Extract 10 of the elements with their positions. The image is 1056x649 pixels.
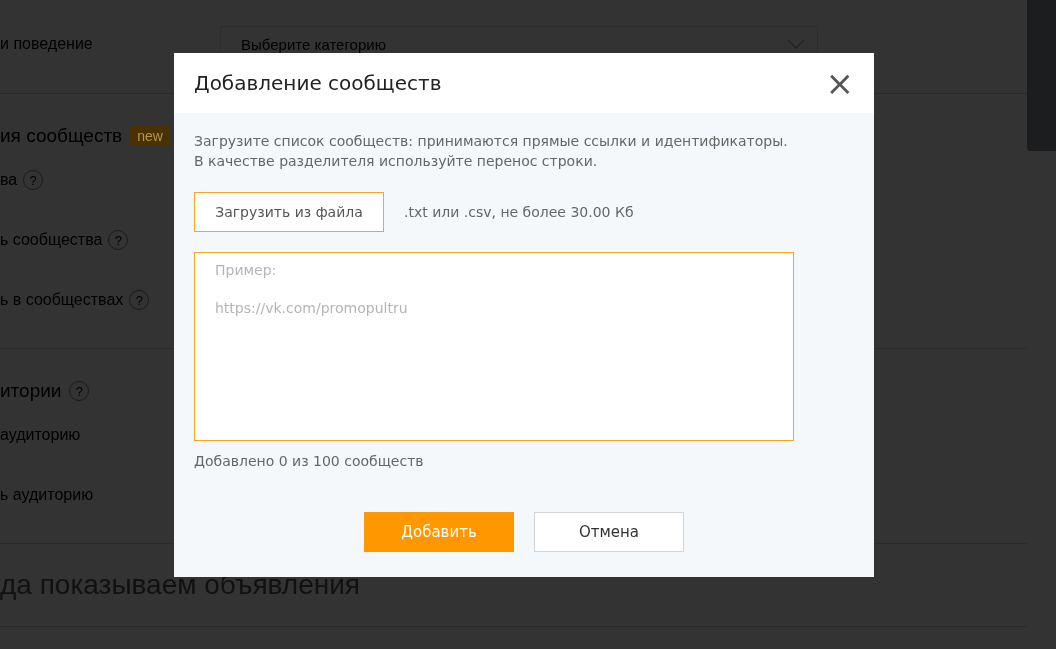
communities-input[interactable]: Пример: https://vk.com/promopultru <box>194 252 794 441</box>
add-button[interactable]: Добавить <box>364 512 514 552</box>
dialog-description: Загрузите список сообществ: принимаются прямые ссылки и идентификаторы. В качестве разделителя используйте перенос строки. <box>194 132 789 171</box>
dialog-title: Добавление сообществ <box>194 71 442 95</box>
close-button[interactable]: × <box>825 66 854 100</box>
cancel-button[interactable]: Отмена <box>534 512 684 552</box>
upload-button[interactable]: Загрузить из файла <box>194 192 384 232</box>
new-badge: new <box>130 126 170 146</box>
counter-text: Добавлено 0 из 100 сообществ <box>194 453 425 469</box>
upload-hint: .txt или .csv, не более 30.00 Кб <box>404 204 634 220</box>
